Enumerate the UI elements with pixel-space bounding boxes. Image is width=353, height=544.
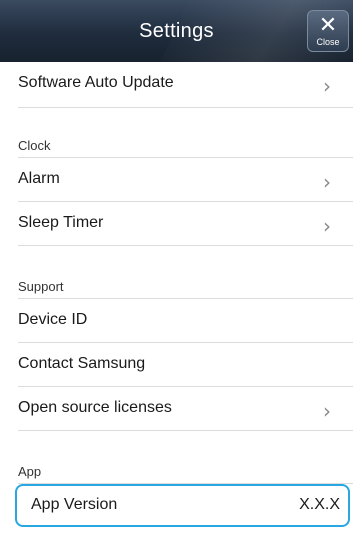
app-version-value: X.X.X [299,496,340,513]
contact-samsung-label: Contact Samsung [18,355,146,372]
alarm-row[interactable]: Alarm › [18,158,353,202]
sleep-timer-label: Sleep Timer [18,214,104,231]
app-version-label: App Version [31,496,118,513]
page-title: Settings [139,20,214,42]
software-auto-update-label: Software Auto Update [18,74,174,91]
close-button[interactable]: ✕ Close [307,10,349,52]
alarm-label: Alarm [18,170,60,187]
section-header-support: Support [18,279,353,299]
chevron-right-icon: › [323,399,331,423]
section-header-clock: Clock [18,138,353,158]
chevron-right-icon: › [323,74,331,98]
section-app-label: App [18,464,42,479]
contact-samsung-row[interactable]: Contact Samsung [18,343,353,387]
chevron-right-icon: › [323,214,331,238]
open-source-licenses-label: Open source licenses [18,399,172,416]
close-label: Close [316,37,340,47]
section-support-label: Support [18,279,64,294]
section-clock-label: Clock [18,138,51,153]
device-id-row[interactable]: Device ID [18,299,353,343]
settings-header: Settings ✕ Close [0,0,353,62]
app-version-row[interactable]: App Version X.X.X [15,484,350,527]
sleep-timer-row[interactable]: Sleep Timer › [18,202,353,246]
device-id-label: Device ID [18,311,88,328]
software-auto-update-row[interactable]: Software Auto Update › [18,62,353,108]
close-icon: ✕ [318,12,338,37]
chevron-right-icon: › [323,170,331,194]
section-header-app: App [18,464,353,484]
open-source-licenses-row[interactable]: Open source licenses › [18,387,353,431]
